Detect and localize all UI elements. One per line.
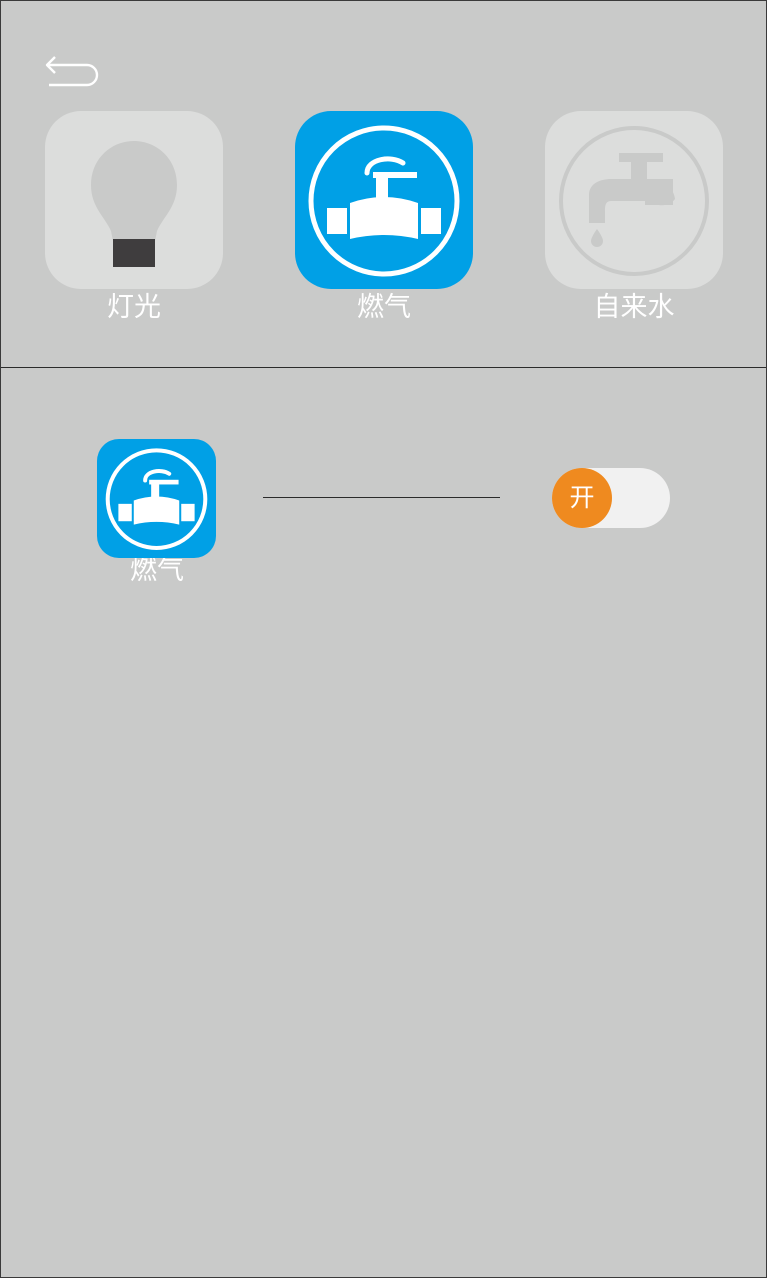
water-faucet-icon (559, 126, 709, 276)
device-gas[interactable]: 燃气 (97, 439, 217, 586)
app-frame: 灯光 燃气 自来水 燃气 开 (0, 0, 767, 1278)
category-label: 灯光 (107, 292, 161, 323)
toggle-knob[interactable]: 开 (552, 468, 612, 528)
light-tile[interactable] (45, 111, 223, 289)
category-label: 自来水 (593, 292, 675, 323)
gas-tile[interactable] (295, 111, 473, 289)
device-tile[interactable] (97, 439, 216, 558)
water-tile[interactable] (545, 111, 723, 289)
category-light[interactable]: 灯光 (45, 111, 223, 325)
gas-valve-icon (105, 448, 208, 550)
divider-line (263, 497, 500, 498)
back-button[interactable] (41, 53, 105, 89)
category-label: 燃气 (357, 292, 411, 323)
category-gas[interactable]: 燃气 (295, 111, 473, 325)
category-panel: 灯光 燃气 自来水 (1, 1, 766, 368)
back-arrow-icon (45, 56, 99, 87)
gas-power-toggle[interactable]: 开 (552, 468, 670, 528)
device-label: 燃气 (130, 555, 184, 586)
gas-valve-icon (308, 125, 460, 277)
category-water[interactable]: 自来水 (545, 111, 723, 325)
light-bulb-icon (91, 141, 177, 267)
